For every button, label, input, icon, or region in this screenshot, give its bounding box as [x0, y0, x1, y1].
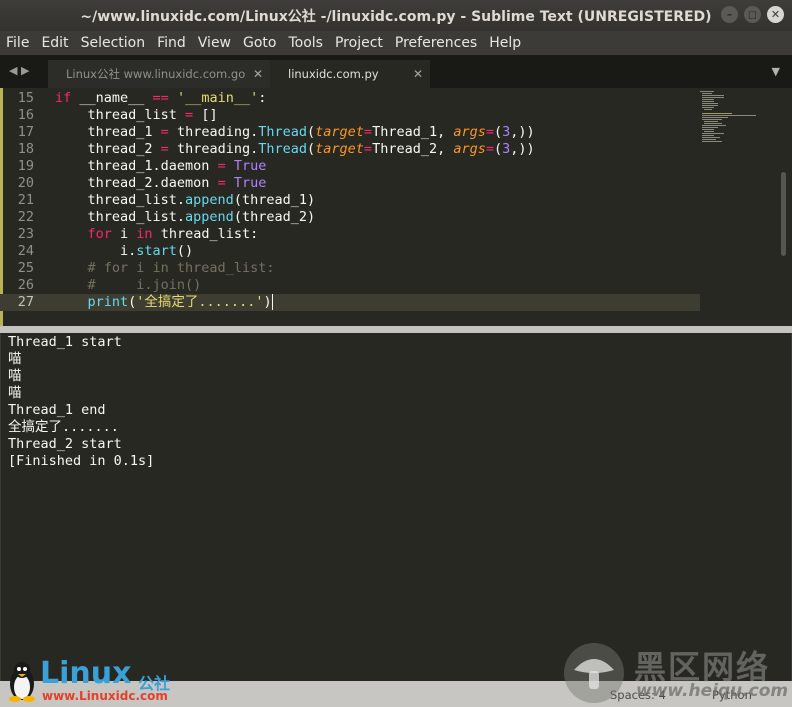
- line-number: 20: [17, 175, 34, 191]
- minimap-line: [702, 135, 714, 136]
- minimap-line: [702, 127, 718, 128]
- menu-help[interactable]: Help: [483, 35, 527, 51]
- heiqu-brand-url: www.heiqu.com: [636, 681, 789, 701]
- minimize-button[interactable]: –: [721, 6, 738, 23]
- code-line: 25 # for i in thread_list:: [0, 260, 700, 277]
- line-number: 16: [17, 107, 34, 123]
- menu-goto[interactable]: Goto: [237, 35, 282, 51]
- menu-view[interactable]: View: [192, 35, 237, 51]
- code-line: 23 for i in thread_list:: [0, 226, 700, 243]
- tab-label: linuxidc.com.py: [288, 67, 379, 81]
- code-line: 19 thread_1.daemon = True: [0, 158, 700, 175]
- minimap-line: [702, 117, 728, 118]
- window-title: ~/www.linuxidc.com/Linux公社 -/linuxidc.co…: [80, 8, 712, 25]
- menu-selection[interactable]: Selection: [75, 35, 152, 51]
- menu-project[interactable]: Project: [329, 35, 389, 51]
- code-line: 26 # i.join(): [0, 277, 700, 294]
- minimap-line: [704, 131, 714, 132]
- output-line: 喵: [8, 351, 22, 367]
- close-icon[interactable]: ✕: [406, 67, 430, 81]
- minimap-line: [702, 141, 722, 142]
- line-number: 18: [17, 141, 34, 157]
- code-line: 21 thread_list.append(thread_1): [0, 192, 700, 209]
- minimap-line: [702, 107, 714, 108]
- minimap-line: [702, 125, 726, 126]
- menu-edit[interactable]: Edit: [35, 35, 74, 51]
- menu-bar: File Edit Selection Find View Goto Tools…: [0, 31, 792, 55]
- minimap-line: [702, 93, 712, 94]
- mushroom-logo-icon: [564, 643, 624, 703]
- minimap-line: [702, 133, 724, 134]
- minimap-line: [702, 113, 732, 114]
- menu-preferences[interactable]: Preferences: [389, 35, 483, 51]
- menu-file[interactable]: File: [0, 35, 35, 51]
- tab-linuxidc-go[interactable]: Linux公社 www.linuxidc.com.go ✕: [48, 60, 270, 88]
- minimap-line: [702, 139, 716, 140]
- close-icon[interactable]: ✕: [246, 67, 270, 81]
- output-line: 喵: [8, 385, 22, 401]
- minimap-line: [704, 123, 722, 124]
- line-number: 24: [17, 243, 34, 259]
- minimap-line: [702, 119, 722, 120]
- minimap-line: [702, 101, 714, 102]
- build-output-panel: Thread_1 start 喵 喵 喵 Thread_1 end 全搞定了..…: [0, 333, 792, 681]
- penguin-icon: [9, 662, 35, 702]
- line-number: 17: [17, 124, 34, 140]
- window-controls: – ◻ ✕: [721, 6, 784, 23]
- minimap-line: [704, 121, 718, 122]
- line-number: 15: [17, 90, 34, 106]
- code-line: 18 thread_2 = threading.Thread(target=Th…: [0, 141, 700, 158]
- title-bar: ~/www.linuxidc.com/Linux公社 -/linuxidc.co…: [0, 0, 792, 31]
- output-line: 全搞定了.......: [8, 419, 119, 435]
- linux-brand-url: www.Linuxidc.com: [42, 689, 168, 703]
- minimap-line: [702, 137, 720, 138]
- line-number: 19: [17, 158, 34, 174]
- tab-linuxidc-py[interactable]: linuxidc.com.py ✕: [270, 60, 430, 88]
- code-line: 24 i.start(): [0, 243, 700, 260]
- code-line: 15 if __name__ == '__main__':: [0, 90, 700, 107]
- code-line: 16 thread_list = []: [0, 107, 700, 124]
- line-number: 22: [17, 209, 34, 225]
- minimap-line: [702, 105, 718, 106]
- tab-nav-arrows[interactable]: ◀ ▶: [9, 64, 29, 77]
- minimap-line: [702, 115, 756, 116]
- output-line: Thread_1 start: [8, 334, 122, 350]
- code-line: 22 thread_list.append(thread_2): [0, 209, 700, 226]
- minimap[interactable]: [700, 88, 760, 148]
- code-line: 20 thread_2.daemon = True: [0, 175, 700, 192]
- code-editor[interactable]: 15 if __name__ == '__main__': 16 thread_l…: [0, 88, 792, 326]
- output-line: [Finished in 0.1s]: [8, 453, 155, 469]
- linuxidc-watermark: Linux 公社 www.Linuxidc.com: [0, 654, 200, 707]
- output-line: 喵: [8, 368, 22, 384]
- output-line: Thread_2 start: [8, 436, 122, 452]
- minimap-line: [702, 97, 724, 98]
- close-button[interactable]: ✕: [767, 6, 784, 23]
- code-line-current: 27 print('全搞定了.......'): [0, 294, 700, 311]
- minimap-line: [702, 103, 718, 104]
- minimap-line: [702, 129, 714, 130]
- linux-brand-text: Linux: [40, 656, 132, 691]
- maximize-button[interactable]: ◻: [744, 6, 761, 23]
- line-number: 26: [17, 277, 34, 293]
- minimap-line: [702, 99, 714, 100]
- menu-find[interactable]: Find: [151, 35, 192, 51]
- code-line: 17 thread_1 = threading.Thread(target=Th…: [0, 124, 700, 141]
- minimap-line: [704, 109, 712, 110]
- heiqu-watermark: 黑区网络 www.heiqu.com: [560, 640, 792, 707]
- minimap-line: [702, 95, 724, 96]
- line-number: 25: [17, 260, 34, 276]
- output-line: Thread_1 end: [8, 402, 106, 418]
- tab-bar: ◀ ▶ Linux公社 www.linuxidc.com.go ✕ linuxi…: [0, 55, 792, 88]
- minimap-line: [700, 91, 714, 92]
- line-number: 23: [17, 226, 34, 242]
- tab-dropdown-icon[interactable]: ▼: [772, 65, 780, 78]
- editor-scrollbar[interactable]: [781, 172, 786, 256]
- panel-splitter[interactable]: [0, 326, 792, 333]
- menu-tools[interactable]: Tools: [282, 35, 329, 51]
- line-number: 21: [17, 192, 34, 208]
- line-number: 27: [17, 294, 34, 310]
- tab-label: Linux公社 www.linuxidc.com.go: [66, 67, 246, 81]
